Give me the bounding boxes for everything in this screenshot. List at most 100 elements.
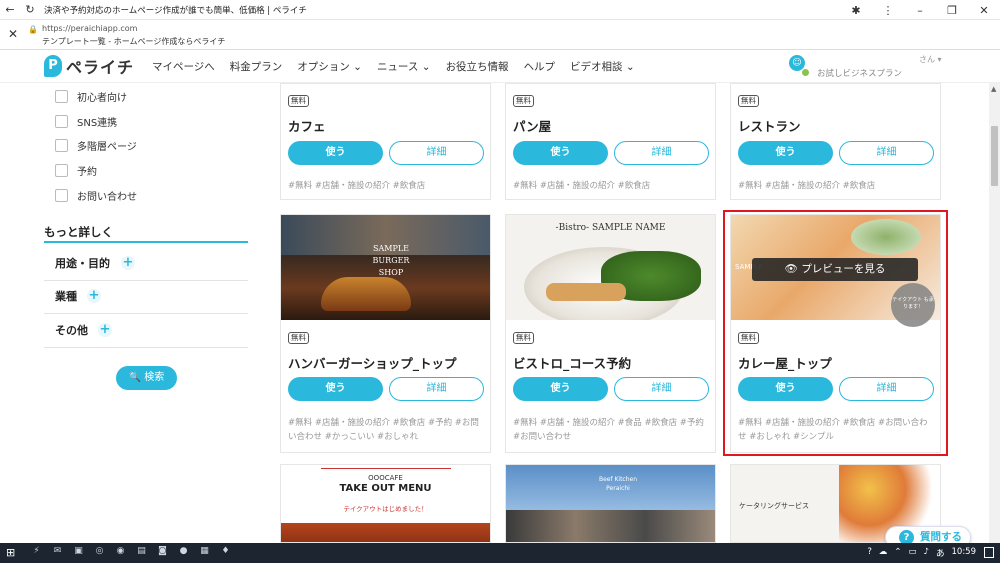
card-tags: #無料 #店舗・施設の紹介 #飲食店 <box>288 181 426 191</box>
detail-button[interactable]: 詳細 <box>614 377 709 401</box>
free-badge: 無料 <box>288 332 309 344</box>
detail-button[interactable]: 詳細 <box>389 377 484 401</box>
card-title: パン屋 <box>513 119 552 134</box>
peraichi-taskbar-icon[interactable]: ▦ <box>194 546 215 556</box>
template-card-bistro[interactable]: -Bistro- SAMPLE NAME 無料 ビストロ_コース予約 使う 詳細… <box>505 214 716 453</box>
filter-other[interactable]: その他 + <box>44 315 248 348</box>
template-card-beef-kitchen[interactable]: Beef Kitchen Peraichi <box>505 464 716 543</box>
plus-icon[interactable]: + <box>98 323 112 337</box>
use-button[interactable]: 使う <box>288 141 383 165</box>
network-icon[interactable]: ▭ <box>909 547 917 559</box>
close-tab-icon[interactable]: ✕ <box>8 27 18 41</box>
card-tags: #無料 #店舗・施設の紹介 #飲食店 <box>738 181 876 191</box>
card-tags: #無料 #店舗・施設の紹介 #飲食店 <box>513 181 651 191</box>
menu-options[interactable]: オプション ⌄ <box>297 59 362 74</box>
checkbox-icon[interactable] <box>55 189 68 202</box>
burger-thumb-text: SAMPLE BURGER SHOP <box>372 244 410 277</box>
chrome-icon[interactable]: ● <box>173 546 194 556</box>
user-menu[interactable]: さん ▾ <box>919 54 942 65</box>
ime-indicator[interactable]: あ <box>936 547 945 559</box>
mail-icon[interactable]: ✉ <box>47 546 68 556</box>
lock-icon[interactable]: 🔒 <box>28 25 38 34</box>
burger-thumbnail[interactable]: SAMPLE BURGER SHOP <box>281 215 490 320</box>
cloud-icon[interactable]: ☁ <box>879 547 888 559</box>
card-title: ハンバーガーショップ_トップ <box>288 356 457 371</box>
minimize-icon[interactable]: – <box>904 4 936 17</box>
url-text[interactable]: https://peraichiapp.com <box>42 24 137 33</box>
menu-video-consult[interactable]: ビデオ相談 ⌄ <box>570 59 635 74</box>
checkbox-icon[interactable] <box>55 115 68 128</box>
verified-check-icon <box>802 69 809 76</box>
checkbox-icon[interactable] <box>55 139 68 152</box>
beef-thumbnail[interactable]: Beef Kitchen Peraichi <box>506 465 715 542</box>
chevron-up-icon[interactable]: ⌃ <box>894 547 901 559</box>
card-title: カフェ <box>288 119 326 134</box>
card-title: ビストロ_コース予約 <box>513 356 632 371</box>
lightning-icon[interactable]: ⚡ <box>26 546 47 556</box>
template-card-burger[interactable]: SAMPLE BURGER SHOP 無料 ハンバーガーショップ_トップ 使う … <box>280 214 491 453</box>
store-icon[interactable]: ▣ <box>68 546 89 556</box>
checkbox-label: 多階層ページ <box>77 142 137 153</box>
windows-start-icon[interactable]: ⊞ <box>6 546 15 559</box>
more-menu-icon[interactable]: ⋮ <box>872 4 904 17</box>
folder-icon[interactable]: ▤ <box>131 546 152 556</box>
page-scrollbar[interactable]: ▲ <box>989 83 1000 543</box>
reload-icon[interactable]: ↻ <box>20 3 40 16</box>
app-icon[interactable]: ◉ <box>110 546 131 556</box>
takeout-cafe-name: OOOCAFE <box>368 474 403 482</box>
preview-button[interactable]: 👁 プレビューを見る <box>752 258 918 281</box>
detail-button[interactable]: 詳細 <box>614 141 709 165</box>
takeout-thumbnail[interactable]: OOOCAFE TAKE OUT MENU テイクアウトはじめました！ <box>281 465 490 542</box>
checkbox-sns[interactable]: SNS連携 <box>55 114 117 129</box>
checkbox-icon[interactable] <box>55 164 68 177</box>
paint-icon[interactable]: ♦ <box>215 546 236 556</box>
template-card-takeout[interactable]: OOOCAFE TAKE OUT MENU テイクアウトはじめました！ <box>280 464 491 543</box>
search-button[interactable]: 🔍 検索 <box>116 366 177 390</box>
checkbox-icon[interactable] <box>55 90 68 103</box>
menu-help[interactable]: ヘルプ <box>524 59 556 74</box>
plus-icon[interactable]: + <box>121 256 135 270</box>
checkbox-label: SNS連携 <box>77 118 118 129</box>
use-button[interactable]: 使う <box>513 377 608 401</box>
system-tray: ? ☁ ⌃ ▭ ♪ あ 10:59 <box>860 547 976 559</box>
template-card-cafe[interactable]: 無料 カフェ 使う 詳細 #無料 #店舗・施設の紹介 #飲食店 <box>280 83 491 200</box>
detail-button[interactable]: 詳細 <box>839 141 934 165</box>
edge-icon[interactable]: ◎ <box>89 546 110 556</box>
bistro-thumb-text: -Bistro- SAMPLE NAME <box>555 223 666 233</box>
card-tags: #無料 #店舗・施設の紹介 #飲食店 #予約 #お問い合わせ #かっこいい #お… <box>288 418 479 442</box>
back-arrow-icon[interactable]: ← <box>0 3 20 16</box>
peraichi-logo[interactable]: P ペライチ <box>44 54 134 78</box>
template-card-bakery[interactable]: 無料 パン屋 使う 詳細 #無料 #店舗・施設の紹介 #飲食店 <box>505 83 716 200</box>
scrollbar-thumb[interactable] <box>991 126 998 186</box>
close-window-icon[interactable]: ✕ <box>968 4 1000 17</box>
checkbox-contact[interactable]: お問い合わせ <box>55 188 137 203</box>
bistro-thumbnail[interactable]: -Bistro- SAMPLE NAME <box>506 215 715 320</box>
checkbox-label: 初心者向け <box>77 93 127 104</box>
filter-purpose[interactable]: 用途・目的 + <box>44 248 248 281</box>
plus-icon[interactable]: + <box>87 289 101 303</box>
menu-mypage[interactable]: マイページへ <box>152 59 215 74</box>
menu-news[interactable]: ニュース ⌄ <box>377 59 431 74</box>
checkbox-multipage[interactable]: 多階層ページ <box>55 138 137 153</box>
checkbox-reservation[interactable]: 予約 <box>55 163 97 178</box>
menu-useful-info[interactable]: お役立ち情報 <box>446 59 509 74</box>
free-badge: 無料 <box>513 332 534 344</box>
use-button[interactable]: 使う <box>288 377 383 401</box>
template-card-restaurant[interactable]: 無料 レストラン 使う 詳細 #無料 #店舗・施設の紹介 #飲食店 <box>730 83 941 200</box>
help-tray-icon[interactable]: ? <box>867 547 872 559</box>
filter-sidebar: 初心者向け SNS連携 多階層ページ 予約 お問い合わせ もっと詳しく 用途・目… <box>0 84 270 543</box>
detail-button[interactable]: 詳細 <box>389 141 484 165</box>
checkbox-beginner[interactable]: 初心者向け <box>55 89 127 104</box>
menu-pricing[interactable]: 料金プラン <box>230 59 283 74</box>
clock[interactable]: 10:59 <box>952 547 977 559</box>
filter-industry[interactable]: 業種 + <box>44 281 248 314</box>
use-button[interactable]: 使う <box>513 141 608 165</box>
restore-icon[interactable]: ❐ <box>936 4 968 17</box>
checkbox-label: お問い合わせ <box>77 192 137 203</box>
notification-icon[interactable] <box>984 547 994 558</box>
extensions-icon[interactable]: ✱ <box>840 4 872 17</box>
scroll-up-icon[interactable]: ▲ <box>991 85 996 93</box>
line-icon[interactable]: ◙ <box>152 546 173 556</box>
use-button[interactable]: 使う <box>738 141 833 165</box>
volume-icon[interactable]: ♪ <box>924 547 929 559</box>
